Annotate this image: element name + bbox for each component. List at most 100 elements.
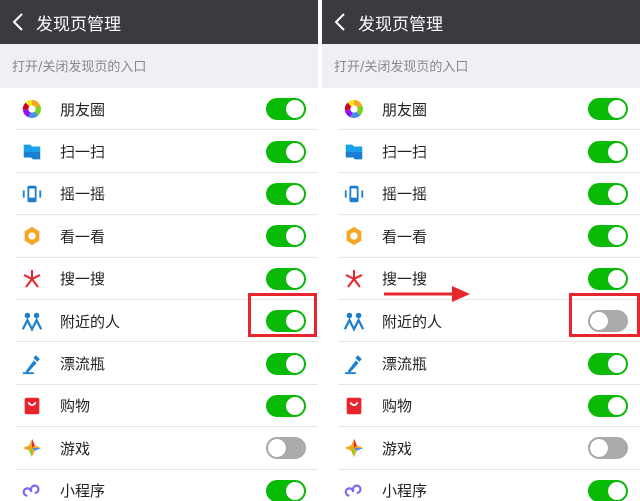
item-label: 朋友圈 bbox=[60, 100, 106, 119]
toggle-switch[interactable] bbox=[588, 225, 628, 248]
toggle-knob bbox=[286, 481, 304, 500]
toggle-switch[interactable] bbox=[266, 225, 306, 248]
toggle-switch[interactable] bbox=[588, 437, 628, 460]
toggle-knob bbox=[286, 269, 304, 288]
toggle-switch[interactable] bbox=[588, 98, 628, 121]
list-item: 购物 bbox=[0, 385, 318, 428]
list-item: 小程序 bbox=[322, 470, 640, 501]
drift-bottle-icon bbox=[342, 352, 366, 376]
drift-bottle-icon bbox=[20, 352, 44, 376]
list-item: 看一看 bbox=[0, 215, 318, 258]
section-header: 打开/关闭发现页的入口 bbox=[12, 60, 147, 75]
toggle-knob bbox=[608, 184, 626, 203]
highlight-box-left bbox=[248, 293, 317, 337]
chevron-left-icon bbox=[12, 13, 23, 31]
toggle-knob bbox=[286, 184, 304, 203]
top-stories-icon bbox=[342, 224, 366, 248]
left-screen: 发现页管理 打开/关闭发现页的入口 朋友圈扫一扫摇一摇看一看搜一搜附近的人漂流瓶… bbox=[0, 0, 318, 501]
toggle-switch[interactable] bbox=[266, 267, 306, 290]
people-nearby-icon bbox=[342, 309, 366, 333]
list-item: 游戏 bbox=[0, 427, 318, 470]
item-label: 游戏 bbox=[60, 439, 91, 458]
page-title: 发现页管理 bbox=[358, 14, 443, 35]
scan-icon bbox=[342, 140, 366, 164]
item-label: 看一看 bbox=[60, 227, 106, 246]
item-label: 小程序 bbox=[382, 482, 428, 501]
list-item: 看一看 bbox=[322, 215, 640, 258]
toggle-knob bbox=[286, 227, 304, 246]
item-label: 摇一摇 bbox=[60, 185, 106, 204]
moments-icon bbox=[342, 97, 366, 121]
search-icon bbox=[20, 267, 44, 291]
scan-icon bbox=[20, 140, 44, 164]
list-item: 扫一扫 bbox=[322, 130, 640, 174]
header: 发现页管理 bbox=[0, 0, 318, 44]
right-screen: 发现页管理 打开/关闭发现页的入口 朋友圈 扫一扫 摇一摇 看一看 搜一搜 附近的人 漂流瓶… bbox=[322, 0, 640, 501]
toggle-knob bbox=[608, 481, 626, 500]
shake-icon bbox=[20, 182, 44, 206]
back-button[interactable] bbox=[322, 0, 358, 44]
back-button[interactable] bbox=[0, 0, 36, 44]
list-item: 朋友圈 bbox=[0, 88, 318, 131]
item-label: 搜一搜 bbox=[60, 270, 106, 289]
toggle-switch[interactable] bbox=[266, 140, 306, 163]
shake-icon bbox=[342, 182, 366, 206]
people-nearby-icon bbox=[20, 309, 44, 333]
toggle-switch[interactable] bbox=[588, 182, 628, 205]
shopping-icon bbox=[342, 394, 366, 418]
item-label: 扫一扫 bbox=[60, 143, 106, 162]
list-item: 小程序 bbox=[0, 470, 318, 501]
arrow-right-icon bbox=[384, 286, 470, 302]
toggle-switch[interactable] bbox=[588, 479, 628, 501]
highlight-box-right bbox=[569, 293, 640, 337]
list-item: 购物 bbox=[322, 385, 640, 428]
item-label: 购物 bbox=[60, 397, 91, 416]
list-item: 游戏 bbox=[322, 427, 640, 470]
page-title: 发现页管理 bbox=[36, 14, 121, 35]
toggle-switch[interactable] bbox=[266, 394, 306, 417]
header: 发现页管理 bbox=[322, 0, 640, 44]
mini-programs-icon bbox=[20, 479, 44, 501]
item-label: 游戏 bbox=[382, 439, 413, 458]
item-label: 朋友圈 bbox=[382, 100, 428, 119]
toggle-knob bbox=[608, 354, 626, 373]
toggle-switch[interactable] bbox=[588, 140, 628, 163]
toggle-switch[interactable] bbox=[266, 437, 306, 460]
shopping-icon bbox=[20, 394, 44, 418]
list-item: 扫一扫 bbox=[0, 130, 318, 174]
chevron-left-icon bbox=[334, 13, 345, 31]
toggle-switch[interactable] bbox=[266, 352, 306, 375]
list-item: 漂流瓶 bbox=[0, 342, 318, 386]
toggle-switch[interactable] bbox=[266, 98, 306, 121]
search-icon bbox=[342, 267, 366, 291]
list-item: 漂流瓶 bbox=[322, 342, 640, 386]
item-label: 摇一摇 bbox=[382, 185, 428, 204]
item-label: 看一看 bbox=[382, 227, 428, 246]
moments-icon bbox=[20, 97, 44, 121]
item-label: 小程序 bbox=[60, 482, 106, 501]
toggle-switch[interactable] bbox=[588, 352, 628, 375]
toggle-switch[interactable] bbox=[588, 267, 628, 290]
item-label: 购物 bbox=[382, 397, 413, 416]
games-icon bbox=[20, 436, 44, 460]
toggle-knob bbox=[268, 439, 286, 458]
toggle-knob bbox=[608, 227, 626, 246]
top-stories-icon bbox=[20, 224, 44, 248]
list-item: 摇一摇 bbox=[0, 173, 318, 216]
toggle-knob bbox=[286, 354, 304, 373]
item-label: 附近的人 bbox=[382, 312, 443, 331]
list-item: 摇一摇 bbox=[322, 173, 640, 216]
toggle-switch[interactable] bbox=[266, 479, 306, 501]
item-label: 漂流瓶 bbox=[60, 355, 106, 374]
item-label: 附近的人 bbox=[60, 312, 121, 331]
games-icon bbox=[342, 436, 366, 460]
toggle-knob bbox=[590, 439, 608, 458]
toggle-knob bbox=[286, 396, 304, 415]
toggle-knob bbox=[608, 142, 626, 161]
toggle-switch[interactable] bbox=[588, 394, 628, 417]
toggle-switch[interactable] bbox=[266, 182, 306, 205]
toggle-knob bbox=[608, 269, 626, 288]
mini-programs-icon bbox=[342, 479, 366, 501]
item-label: 漂流瓶 bbox=[382, 355, 428, 374]
toggle-knob bbox=[608, 100, 626, 119]
